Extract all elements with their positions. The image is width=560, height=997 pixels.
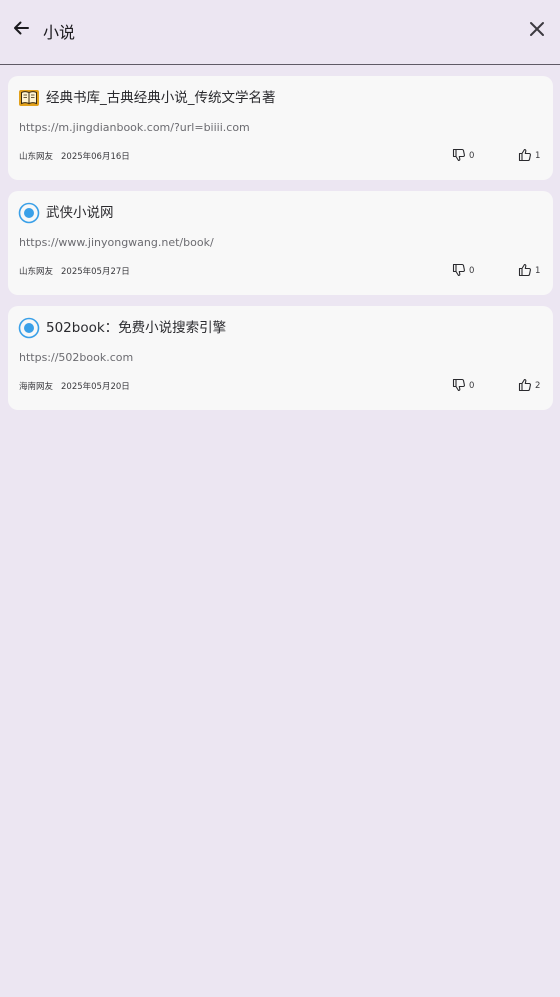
like-count: 2 <box>535 381 541 391</box>
like-count: 1 <box>535 266 541 276</box>
like-button[interactable]: 2 <box>518 378 540 394</box>
thumbs-up-icon <box>518 262 532 281</box>
thumbs-up-icon <box>518 377 532 396</box>
result-author: 山东网友 <box>19 267 54 277</box>
result-date: 2025年06月16日 <box>61 152 130 162</box>
dislike-button[interactable]: 0 <box>452 148 474 164</box>
like-button[interactable]: 1 <box>518 263 540 279</box>
result-url[interactable]: https://502book.com <box>19 350 539 366</box>
book-icon <box>18 87 40 109</box>
result-title: 武侠小说网 <box>46 205 114 221</box>
search-input[interactable] <box>43 18 483 44</box>
search-results-page: 经典书库_古典经典小说_传统文学名著 https://m.jingdianboo… <box>0 0 560 997</box>
result-card[interactable]: 502book：免费小说搜索引擎 https://502book.com 海南网… <box>8 306 553 410</box>
result-card[interactable]: 经典书库_古典经典小说_传统文学名著 https://m.jingdianboo… <box>8 76 553 180</box>
dislike-count: 0 <box>469 381 475 391</box>
dislike-count: 0 <box>469 151 475 161</box>
radio-dot-icon <box>18 317 40 339</box>
arrow-left-icon <box>11 18 31 42</box>
clear-button[interactable] <box>524 18 550 44</box>
result-url[interactable]: https://www.jinyongwang.net/book/ <box>19 235 539 251</box>
dislike-button[interactable]: 0 <box>452 263 474 279</box>
thumbs-down-icon <box>452 377 466 396</box>
result-date: 2025年05月27日 <box>61 267 130 277</box>
result-title: 502book：免费小说搜索引擎 <box>46 320 227 336</box>
back-button[interactable] <box>8 17 34 43</box>
result-date: 2025年05月20日 <box>61 382 130 392</box>
thumbs-down-icon <box>452 262 466 281</box>
result-card[interactable]: 武侠小说网 https://www.jinyongwang.net/book/ … <box>8 191 553 295</box>
search-bar <box>0 0 560 65</box>
like-button[interactable]: 1 <box>518 148 540 164</box>
dislike-count: 0 <box>469 266 475 276</box>
thumbs-down-icon <box>452 147 466 166</box>
results-list: 经典书库_古典经典小说_传统文学名著 https://m.jingdianboo… <box>8 76 553 421</box>
result-title: 经典书库_古典经典小说_传统文学名著 <box>46 90 276 106</box>
result-author: 山东网友 <box>19 152 54 162</box>
like-count: 1 <box>535 151 541 161</box>
close-icon <box>528 20 546 42</box>
radio-dot-icon <box>18 202 40 224</box>
result-url[interactable]: https://m.jingdianbook.com/?url=biiii.co… <box>19 120 539 136</box>
result-author: 海南网友 <box>19 382 54 392</box>
thumbs-up-icon <box>518 147 532 166</box>
dislike-button[interactable]: 0 <box>452 378 474 394</box>
